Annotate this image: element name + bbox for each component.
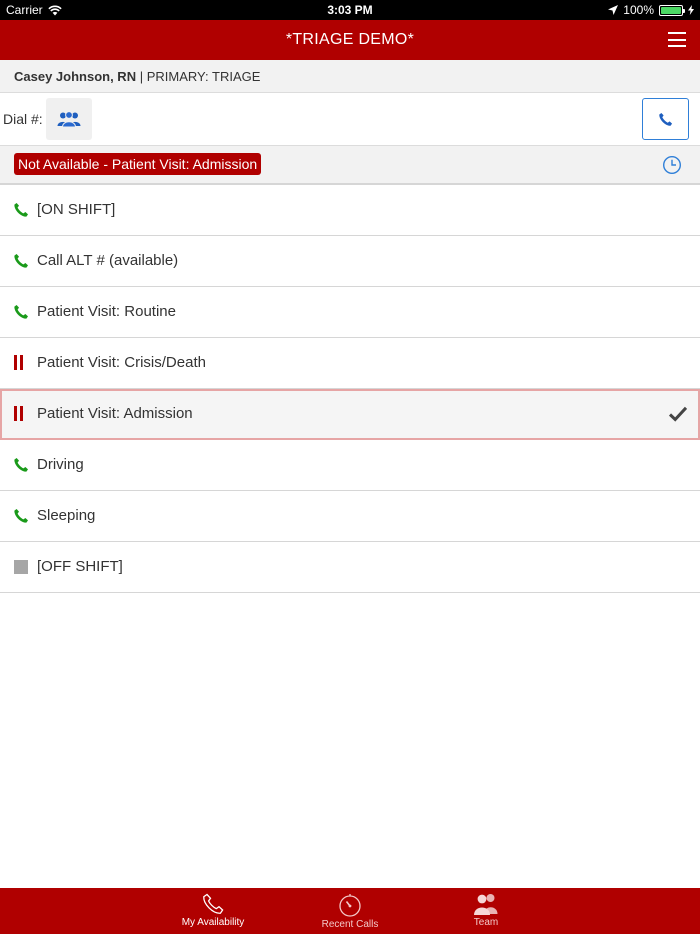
option-label: [OFF SHIFT] [37, 558, 123, 575]
phone-available-icon [14, 254, 28, 268]
availability-option[interactable]: Sleeping [0, 491, 700, 542]
tab-bar: My Availability Recent Calls Team [0, 888, 700, 934]
option-label: Patient Visit: Crisis/Death [37, 354, 206, 371]
team-icon [57, 111, 81, 127]
availability-option[interactable]: Patient Visit: Crisis/Death [0, 338, 700, 389]
tab-label: Recent Calls [321, 919, 379, 930]
option-label: Patient Visit: Admission [37, 405, 193, 422]
checkmark-icon [668, 406, 688, 422]
user-info-bar: Casey Johnson, RN | PRIMARY: TRIAGE [0, 60, 700, 93]
tab-label: Team [473, 917, 499, 928]
pause-unavailable-icon [13, 355, 29, 371]
phone-available-icon [14, 305, 28, 319]
availability-option[interactable]: [ON SHIFT] [0, 185, 700, 236]
tab-my-availability[interactable]: My Availability [143, 888, 283, 934]
stopwatch-icon [339, 894, 361, 917]
user-name: Casey Johnson, RN [14, 69, 137, 84]
location-arrow-icon [608, 5, 619, 15]
option-label: Sleeping [37, 507, 96, 524]
status-bar: Carrier 3:03 PM 100% [0, 0, 700, 20]
team-dial-button[interactable] [46, 98, 92, 140]
team-icon [474, 894, 498, 915]
tab-recent-calls[interactable]: Recent Calls [280, 888, 420, 934]
charging-bolt-icon [688, 5, 694, 15]
nav-bar: *TRIAGE DEMO* [0, 20, 700, 60]
page-title: *TRIAGE DEMO* [285, 31, 415, 48]
availability-option[interactable]: Driving [0, 440, 700, 491]
availability-list: [ON SHIFT] Call ALT # (available) Patien… [0, 185, 700, 593]
clock-icon[interactable] [662, 155, 682, 175]
hamburger-menu-icon[interactable] [668, 32, 686, 47]
option-label: [ON SHIFT] [37, 201, 116, 218]
current-status-row: Not Available - Patient Visit: Admission [0, 146, 700, 185]
call-button[interactable] [642, 98, 689, 140]
pause-unavailable-icon [13, 406, 29, 422]
phone-icon [203, 893, 224, 914]
user-role: PRIMARY: TRIAGE [146, 69, 261, 84]
phone-available-icon [14, 509, 28, 523]
phone-available-icon [14, 458, 28, 472]
tab-team[interactable]: Team [416, 888, 556, 934]
availability-option-selected[interactable]: Patient Visit: Admission [0, 389, 700, 440]
availability-option[interactable]: [OFF SHIFT] [0, 542, 700, 593]
dial-label: Dial #: [3, 111, 43, 127]
option-label: Patient Visit: Routine [37, 303, 176, 320]
clock-time: 3:03 PM [327, 3, 373, 17]
dial-row: Dial #: [0, 93, 700, 146]
option-label: Call ALT # (available) [37, 252, 179, 269]
off-shift-square-icon [14, 560, 28, 574]
current-status-badge: Not Available - Patient Visit: Admission [14, 153, 262, 175]
battery-icon [659, 4, 685, 16]
phone-available-icon [14, 203, 28, 217]
tab-label: My Availability [181, 917, 245, 928]
availability-option[interactable]: Patient Visit: Routine [0, 287, 700, 338]
battery-percent: 100% [623, 3, 654, 17]
option-label: Driving [37, 456, 84, 473]
availability-option[interactable]: Call ALT # (available) [0, 236, 700, 287]
phone-icon [659, 112, 673, 126]
user-separator: | [139, 69, 144, 84]
